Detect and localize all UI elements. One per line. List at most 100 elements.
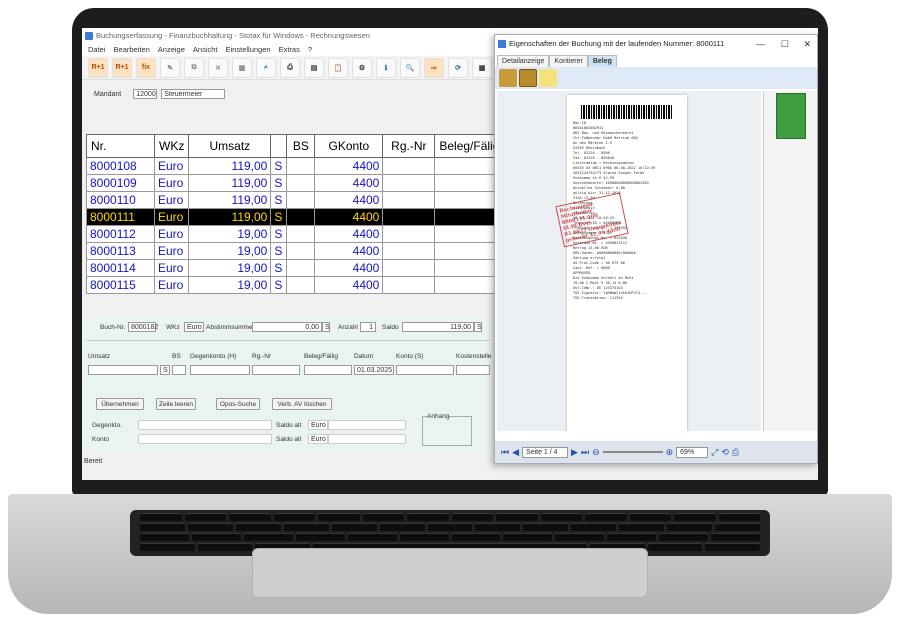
table-cell[interactable]: 8000112 <box>86 225 155 243</box>
table-cell[interactable]: 8000115 <box>86 276 155 294</box>
table-cell[interactable]: S <box>270 208 288 226</box>
copy-icon[interactable]: ⧉ <box>184 57 204 78</box>
konto-input[interactable] <box>396 365 454 375</box>
anzahl-field[interactable]: 1 <box>360 322 376 332</box>
menu-help[interactable]: ? <box>308 44 312 56</box>
table-cell[interactable]: 4400 <box>314 259 384 277</box>
menu-bearbeiten[interactable]: Bearbeiten <box>114 44 150 56</box>
beleg-input[interactable] <box>304 365 352 375</box>
magnifier-icon[interactable]: 🔍 <box>400 57 420 78</box>
table-cell[interactable]: Euro <box>153 242 190 260</box>
table-cell[interactable] <box>286 191 316 209</box>
table-cell[interactable]: 119,00 <box>188 191 272 209</box>
table-cell[interactable] <box>382 157 436 175</box>
table-cell[interactable] <box>286 242 316 260</box>
table-cell[interactable]: 19,00 <box>188 259 272 277</box>
table-cell[interactable] <box>286 259 316 277</box>
document-icon[interactable]: ▤ <box>304 57 324 78</box>
col-bs[interactable]: BS <box>286 134 316 158</box>
table-cell[interactable]: 19,00 <box>188 276 272 294</box>
table-cell[interactable]: S <box>270 174 288 192</box>
table-cell[interactable] <box>382 276 436 294</box>
maximize-icon[interactable]: ☐ <box>781 35 789 53</box>
info-icon[interactable]: ℹ <box>376 57 396 78</box>
last-page-icon[interactable]: ⏭ <box>581 447 589 458</box>
table-cell[interactable] <box>382 242 436 260</box>
tab-beleg[interactable]: Beleg <box>587 55 617 67</box>
col-wkz[interactable]: WKz <box>153 134 190 158</box>
next-booking-button[interactable]: R+1 <box>112 57 132 78</box>
tab-detailanzeige[interactable]: Detailanzeige <box>497 55 550 67</box>
table-cell[interactable]: 119,00 <box>188 157 272 175</box>
page-selector[interactable]: Seite 1 / 4 <box>522 446 569 458</box>
umsatz-input[interactable] <box>88 365 158 375</box>
rotate-icon[interactable]: ⟲ <box>721 447 729 458</box>
table-cell[interactable]: 4400 <box>314 157 384 175</box>
col-nr[interactable]: Nr. <box>86 134 155 158</box>
table-cell[interactable] <box>382 208 436 226</box>
datum-input[interactable]: 01.03.2025 <box>354 365 394 375</box>
table-cell[interactable]: S <box>270 242 288 260</box>
table-cell[interactable] <box>286 174 316 192</box>
table-cell[interactable]: 19,00 <box>188 225 272 243</box>
first-page-icon[interactable]: ⏮ <box>501 447 509 458</box>
calendar-icon[interactable]: ▦ <box>472 57 492 78</box>
table-cell[interactable] <box>286 276 316 294</box>
table-cell[interactable]: S <box>270 157 288 175</box>
prev-page-icon[interactable]: ◀ <box>512 447 519 458</box>
zoom-in-icon[interactable]: ⊕ <box>666 447 674 458</box>
tab-kontierer[interactable]: Kontierer <box>549 55 588 67</box>
table-row[interactable]: 8000113 Euro 19,00 S 4400 <box>86 242 505 260</box>
table-row[interactable]: 8000114 Euro 19,00 S 4400 <box>86 259 505 277</box>
table-cell[interactable]: 19,00 <box>188 242 272 260</box>
table-row[interactable]: 8000108 Euro 119,00 S 4400 <box>86 157 505 175</box>
document-viewer[interactable]: Bon-ID 06041001082941 OBI Bau- und Heimwer… <box>497 91 761 431</box>
table-cell[interactable]: Euro <box>153 225 190 243</box>
table-row[interactable]: 8000115 Euro 19,00 S 4400 <box>86 276 505 294</box>
opos-suche-button[interactable]: Opos-Suche <box>216 398 260 410</box>
table-cell[interactable]: Euro <box>153 259 190 277</box>
uebernehmen-button[interactable]: Übernehmen <box>96 398 144 410</box>
page-thumbnail[interactable] <box>776 93 806 139</box>
mandant-nr-field[interactable]: 12000 <box>133 89 158 99</box>
table-cell[interactable]: 119,00 <box>188 174 272 192</box>
menu-datei[interactable]: Datei <box>88 44 106 56</box>
table-cell[interactable]: Euro <box>153 157 190 175</box>
table-cell[interactable] <box>382 225 436 243</box>
stamp-icon[interactable] <box>519 69 537 87</box>
table-cell[interactable]: Euro <box>153 191 190 209</box>
table-row[interactable]: 8000109 Euro 119,00 S 4400 <box>86 174 505 192</box>
verb-av-loeschen-button[interactable]: Verb. AV löschen <box>272 398 332 410</box>
gegenkonto-input[interactable] <box>190 365 250 375</box>
kostenstelle-input[interactable] <box>456 365 490 375</box>
table-cell[interactable]: 4400 <box>314 174 384 192</box>
menu-ansicht[interactable]: Ansicht <box>193 44 218 56</box>
table-cell[interactable]: S <box>270 259 288 277</box>
wkz-field[interactable]: Euro <box>184 322 204 332</box>
zoom-slider[interactable] <box>602 451 663 453</box>
zoom-field[interactable]: 69% <box>676 446 709 458</box>
table-cell[interactable]: 4400 <box>314 242 384 260</box>
menu-extras[interactable]: Extras <box>279 44 300 56</box>
col-sh[interactable] <box>270 134 288 158</box>
table-cell[interactable] <box>286 208 316 226</box>
table-row[interactable]: 8000112 Euro 19,00 S 4400 <box>86 225 505 243</box>
table-cell[interactable] <box>382 174 436 192</box>
table-cell[interactable] <box>286 225 316 243</box>
zeile-leeren-button[interactable]: Zeile leeren <box>156 398 196 410</box>
abstimm-field[interactable]: 0,00 <box>252 322 322 332</box>
table-cell[interactable]: 8000109 <box>86 174 155 192</box>
table-cell[interactable]: S <box>270 276 288 294</box>
table-cell[interactable]: Euro <box>153 174 190 192</box>
close-icon[interactable]: ✕ <box>803 35 811 53</box>
table-cell[interactable]: S <box>270 191 288 209</box>
refresh-icon[interactable]: ⟳ <box>448 57 468 78</box>
bs-input[interactable] <box>172 365 186 375</box>
menu-anzeige[interactable]: Anzeige <box>158 44 185 56</box>
next-page-icon[interactable]: ▶ <box>571 447 578 458</box>
table-cell[interactable]: 8000114 <box>86 259 155 277</box>
table-cell[interactable]: S <box>270 225 288 243</box>
clipboard-icon[interactable]: 📋 <box>328 57 348 78</box>
table-cell[interactable]: 4400 <box>314 276 384 294</box>
fit-icon[interactable]: ⤢ <box>711 447 718 458</box>
